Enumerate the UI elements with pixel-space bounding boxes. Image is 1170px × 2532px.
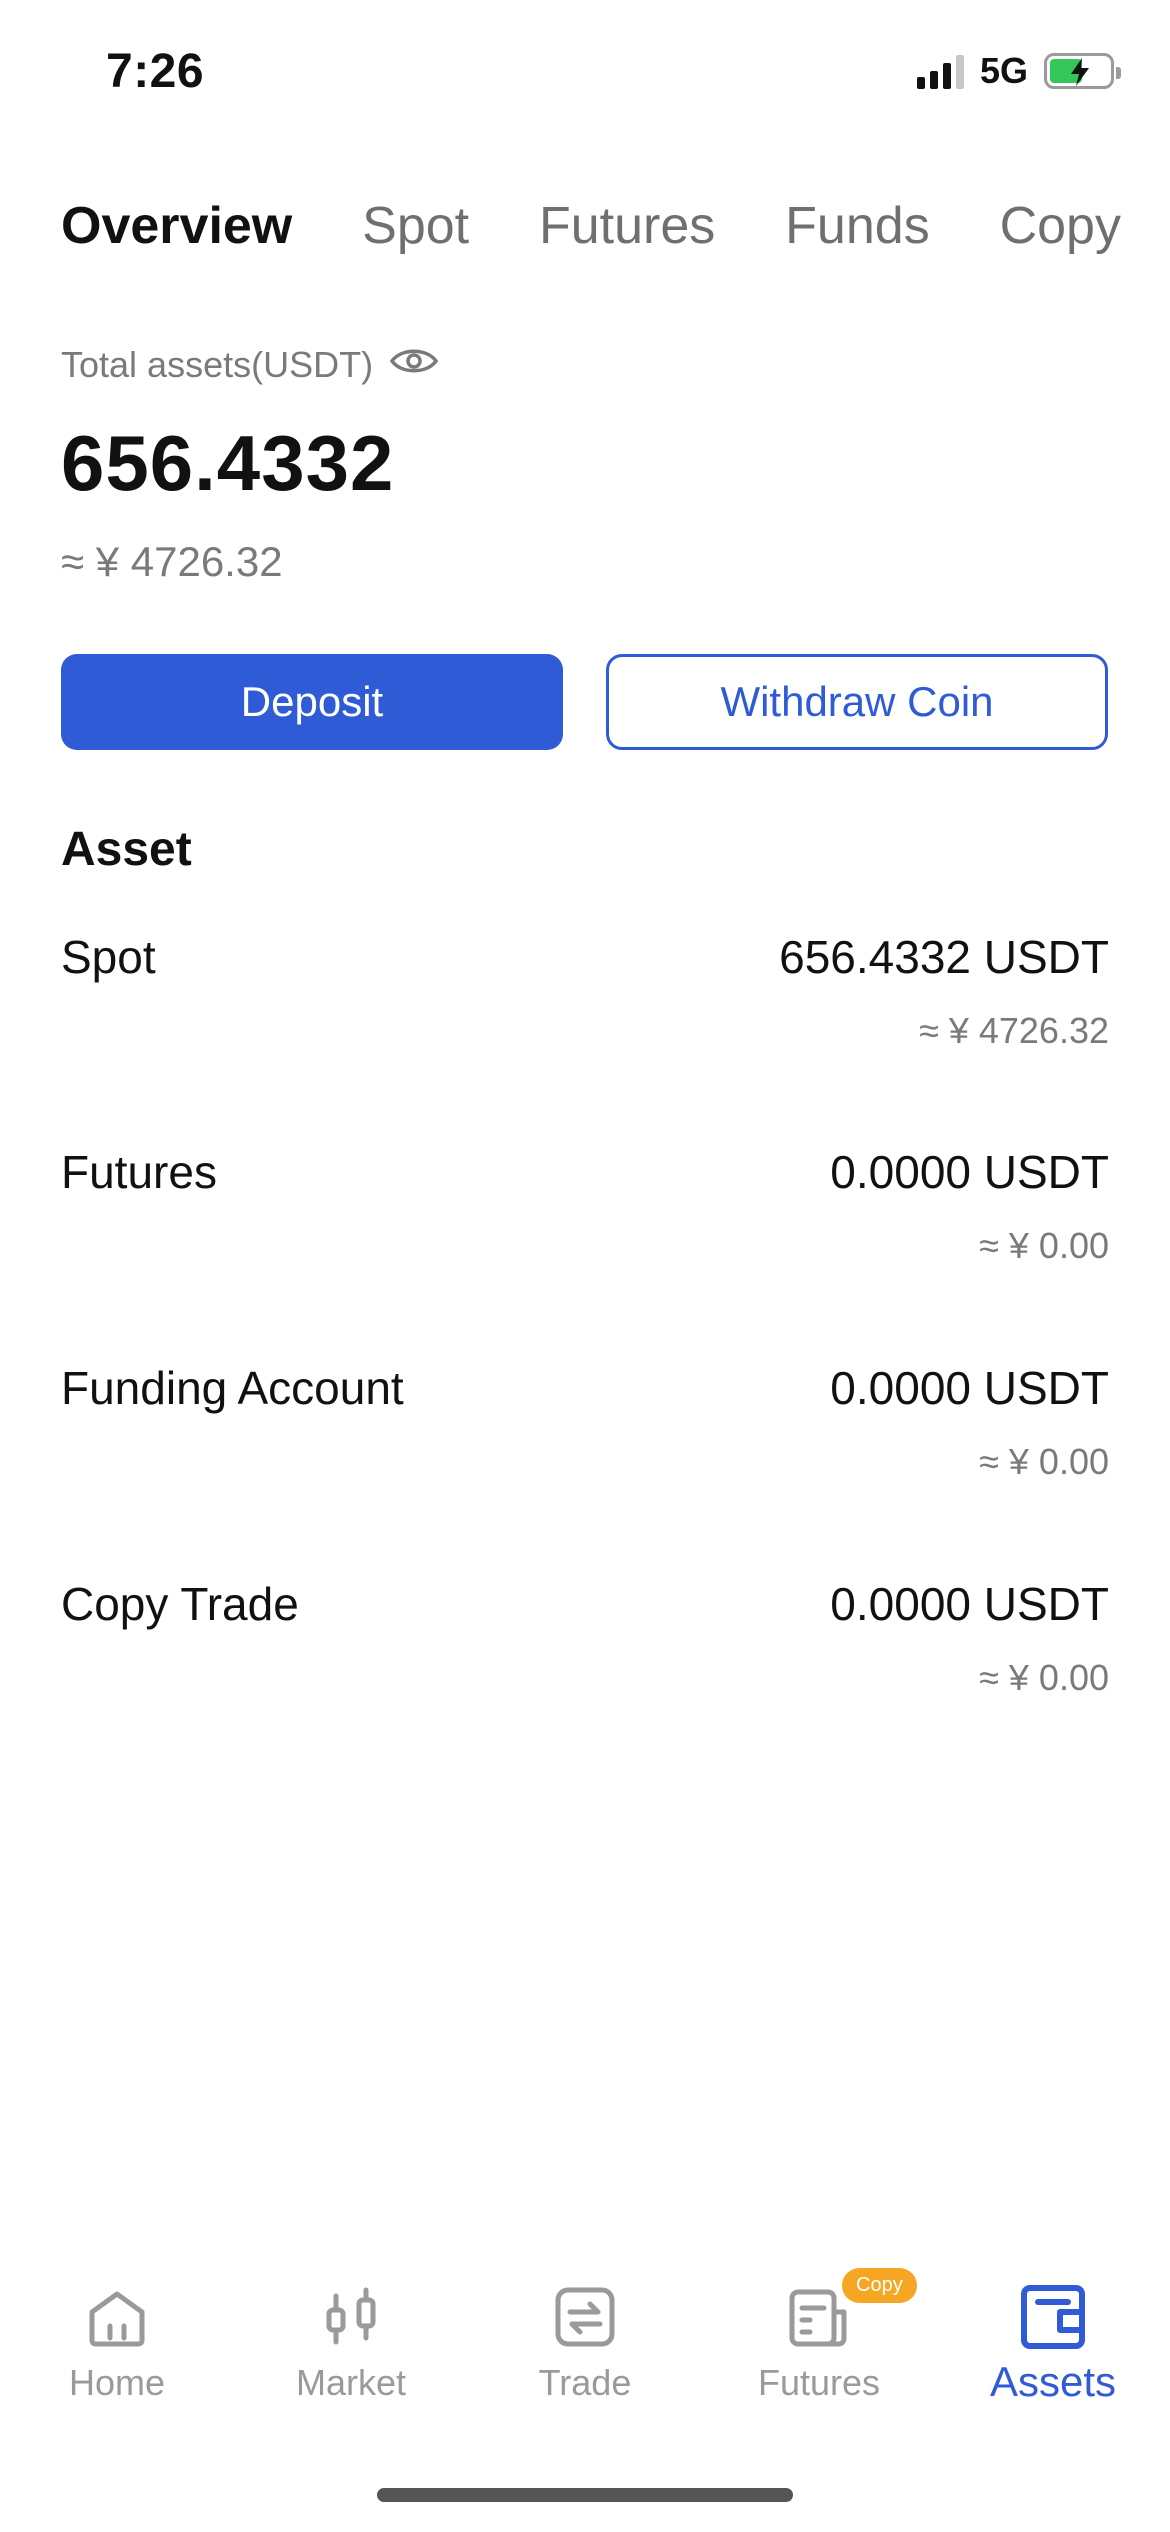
asset-cny: ≈ ¥ 0.00 (979, 1225, 1109, 1266)
asset-name: Spot (61, 931, 156, 983)
asset-row-funding-account[interactable]: Funding Account 0.0000 USDT ≈ ¥ 0.00 (61, 1361, 1109, 1491)
deposit-button[interactable]: Deposit (61, 654, 563, 750)
asset-cny: ≈ ¥ 4726.32 (919, 1010, 1109, 1051)
total-assets-value: 656.4332 (61, 419, 395, 507)
total-assets-cny: ≈ ¥ 4726.32 (61, 538, 283, 585)
nav-item-assets[interactable]: Assets (936, 2260, 1170, 2430)
status-indicators: 5G (916, 50, 1121, 92)
nav-label: Assets (989, 2358, 1117, 2405)
status-bar: 7:26 5G (0, 0, 1170, 150)
asset-row-copy-trade[interactable]: Copy Trade 0.0000 USDT ≈ ¥ 0.00 (61, 1577, 1109, 1707)
nav-item-market[interactable]: Market (234, 2260, 468, 2430)
asset-amount: 0.0000 USDT (830, 1362, 1109, 1414)
tab-futures[interactable]: Futures (539, 196, 715, 256)
copy-badge: Copy (842, 2268, 917, 2303)
asset-amount: 0.0000 USDT (830, 1146, 1109, 1198)
tab-spot[interactable]: Spot (362, 196, 469, 256)
nav-label: Futures (757, 2362, 881, 2403)
asset-name: Copy Trade (61, 1578, 299, 1630)
signal-icon (916, 53, 964, 89)
total-assets-label-row: Total assets(USDT) (61, 344, 439, 386)
status-time: 7:26 (106, 45, 205, 98)
network-label: 5G (979, 50, 1028, 91)
wallet-icon (1021, 2285, 1085, 2349)
asset-cny: ≈ ¥ 0.00 (979, 1657, 1109, 1698)
asset-section-title: Asset (61, 823, 192, 876)
asset-amount: 0.0000 USDT (830, 1578, 1109, 1630)
tab-funds[interactable]: Funds (785, 196, 930, 256)
battery-charging-icon (1044, 53, 1121, 89)
trade-icon (555, 2287, 615, 2347)
total-assets-label: Total assets(USDT) (61, 344, 374, 385)
asset-row-futures[interactable]: Futures 0.0000 USDT ≈ ¥ 0.00 (61, 1145, 1109, 1275)
asset-tabs: Overview Spot Futures Funds Copy (61, 196, 1121, 256)
nav-label: Market (295, 2362, 407, 2403)
withdraw-coin-button[interactable]: Withdraw Coin (606, 654, 1108, 750)
nav-item-trade[interactable]: Trade (468, 2260, 702, 2430)
home-icon (89, 2291, 145, 2347)
tab-overview[interactable]: Overview (61, 196, 292, 256)
nav-label: Home (68, 2362, 166, 2403)
asset-name: Funding Account (61, 1362, 404, 1414)
nav-item-home[interactable]: Home (0, 2260, 234, 2430)
tab-copy[interactable]: Copy (1000, 196, 1121, 256)
assets-screen: 7:26 5G Overview Spot Futures Funds Copy… (0, 0, 1170, 2532)
home-indicator (377, 2488, 793, 2502)
eye-icon[interactable] (389, 344, 439, 386)
asset-amount: 656.4332 USDT (779, 931, 1109, 983)
nav-label: Trade (538, 2362, 632, 2403)
bottom-nav: Home Market Trade Copy Futures Assets (0, 2260, 1170, 2430)
asset-cny: ≈ ¥ 0.00 (979, 1441, 1109, 1482)
asset-row-spot[interactable]: Spot 656.4332 USDT ≈ ¥ 4726.32 (61, 930, 1109, 1060)
nav-item-futures[interactable]: Copy Futures (702, 2260, 936, 2430)
asset-name: Futures (61, 1146, 217, 1198)
candlestick-icon (326, 2287, 376, 2345)
